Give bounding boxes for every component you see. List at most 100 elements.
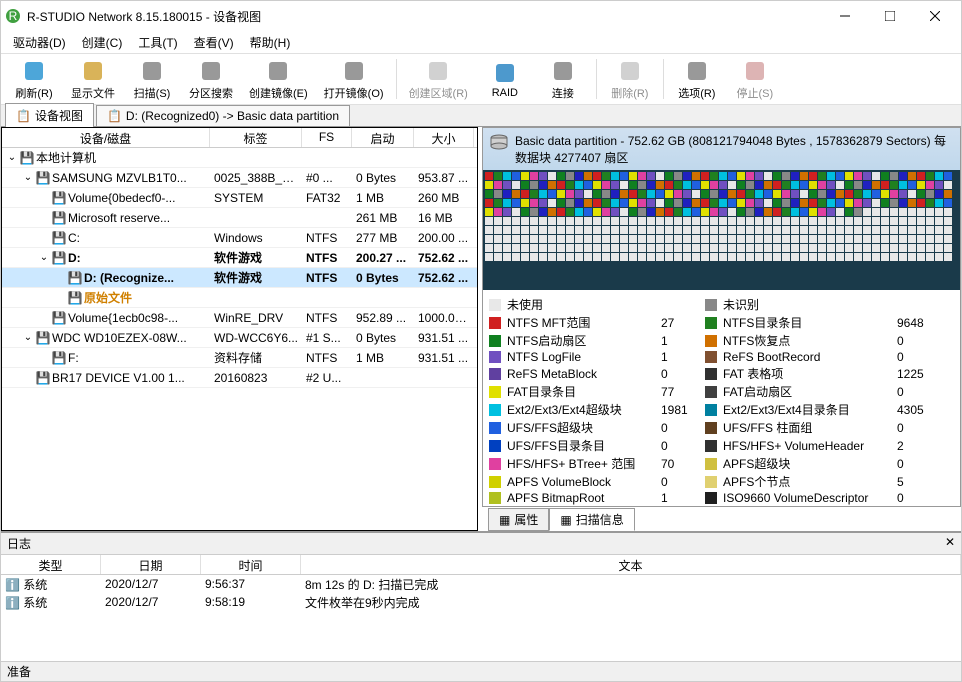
node-name: Microsoft reserve...: [68, 211, 170, 225]
cell-st: 261 MB: [352, 211, 414, 225]
tool-folder[interactable]: 显示文件: [65, 56, 121, 103]
maximize-button[interactable]: [867, 2, 912, 31]
tree-row[interactable]: 💾D: (Recognize...软件游戏NTFS0 Bytes752.62 .…: [2, 268, 477, 288]
log-close-icon[interactable]: ✕: [945, 535, 955, 552]
legend-name: APFS超级块: [723, 455, 893, 472]
rtab-props[interactable]: ▦属性: [488, 508, 549, 531]
pc-icon: 💾: [20, 151, 34, 165]
tool-label: 显示文件: [71, 85, 115, 101]
log-row[interactable]: ℹ️ 系统2020/12/79:58:19文件枚举在9秒内完成: [1, 593, 961, 611]
tool-partition[interactable]: 分区搜索: [183, 56, 239, 103]
cell-st: 0 Bytes: [352, 271, 414, 285]
legend-value: 0: [897, 457, 937, 471]
log-col-date[interactable]: 日期: [101, 555, 201, 574]
tool-connect[interactable]: 连接: [536, 56, 590, 103]
tree-row[interactable]: 💾BR17 DEVICE V1.00 1...20160823#2 U...: [2, 368, 477, 388]
legend: 未使用未识别NTFS MFT范围27NTFS目录条目9648NTFS启动扇区1N…: [483, 290, 960, 506]
log-row[interactable]: ℹ️ 系统2020/12/79:56:378m 12s 的 D: 扫描已完成: [1, 575, 961, 593]
tree-row[interactable]: ⌄💾D:软件游戏NTFS200.27 ...752.62 ...: [2, 248, 477, 268]
props-icon: ▦: [499, 513, 510, 527]
log-col-text[interactable]: 文本: [301, 555, 961, 574]
legend-value: 1: [661, 334, 701, 348]
titlebar: R R-STUDIO Network 8.15.180015 - 设备视图: [1, 1, 961, 31]
log-panel: 日志 ✕ 类型 日期 时间 文本 ℹ️ 系统2020/12/79:56:378m…: [1, 531, 961, 661]
legend-swatch: [705, 476, 717, 488]
legend-name: FAT 表格项: [723, 365, 893, 382]
tab-icon: 📋: [16, 109, 31, 123]
menu-4[interactable]: 帮助(H): [242, 32, 299, 53]
log-body[interactable]: ℹ️ 系统2020/12/79:56:378m 12s 的 D: 扫描已完成ℹ️…: [1, 575, 961, 661]
legend-value: 1225: [897, 367, 937, 381]
cell-st: 0 Bytes: [352, 331, 414, 345]
legend-swatch: [489, 458, 501, 470]
right-panel: Basic data partition - 752.62 GB (808121…: [482, 127, 961, 531]
document-tabs: 📋设备视图📋D: (Recognized0) -> Basic data par…: [1, 105, 961, 127]
menu-3[interactable]: 查看(V): [186, 32, 242, 53]
expander-icon[interactable]: ⌄: [22, 172, 34, 183]
legend-swatch: [705, 458, 717, 470]
tool-image-create[interactable]: 创建镜像(E): [243, 56, 314, 103]
legend-name: NTFS启动扇区: [507, 332, 657, 349]
legend-swatch: [705, 368, 717, 380]
expander-icon[interactable]: ⌄: [6, 152, 18, 163]
tool-stop: 停止(S): [728, 56, 782, 103]
vol-icon: 💾: [52, 251, 66, 265]
rec-icon: 💾: [68, 291, 82, 305]
legend-name: 未识别: [723, 296, 893, 313]
tool-label: 创建镜像(E): [249, 85, 308, 101]
tree-row[interactable]: 💾原始文件: [2, 288, 477, 308]
expander-icon[interactable]: ⌄: [38, 252, 50, 263]
vol-icon: 💾: [52, 211, 66, 225]
close-button[interactable]: [912, 2, 957, 31]
legend-value: 1981: [661, 403, 701, 417]
region-icon: [425, 58, 451, 84]
col-label[interactable]: 标签: [210, 128, 302, 147]
minimize-button[interactable]: [822, 2, 867, 31]
menu-0[interactable]: 驱动器(D): [5, 32, 74, 53]
scan-map[interactable]: [483, 170, 960, 290]
tool-image-open[interactable]: 打开镜像(O): [318, 56, 390, 103]
legend-swatch: [705, 404, 717, 416]
tree-row[interactable]: 💾Microsoft reserve...261 MB16 MB: [2, 208, 477, 228]
tree-row[interactable]: ⌄💾本地计算机: [2, 148, 477, 168]
col-device[interactable]: 设备/磁盘: [2, 128, 210, 147]
legend-swatch: [705, 492, 717, 504]
legend-swatch: [705, 317, 717, 329]
tool-scan[interactable]: 扫描(S): [125, 56, 179, 103]
node-name: F:: [68, 351, 79, 365]
tool-refresh[interactable]: 刷新(R): [7, 56, 61, 103]
tool-label: 创建区域(R): [409, 85, 468, 101]
col-size[interactable]: 大小: [414, 128, 474, 147]
legend-name: HFS/HFS+ VolumeHeader: [723, 439, 893, 453]
legend-value: 1: [661, 350, 701, 364]
tree-row[interactable]: 💾Volume{0bedecf0-...SYSTEMFAT321 MB260 M…: [2, 188, 477, 208]
tool-raid[interactable]: RAID: [478, 58, 532, 101]
tab-1[interactable]: 📋D: (Recognized0) -> Basic data partitio…: [96, 105, 350, 126]
tab-0[interactable]: 📋设备视图: [5, 103, 94, 127]
tool-label: 扫描(S): [134, 85, 171, 101]
legend-swatch: [705, 386, 717, 398]
tree-row[interactable]: 💾C:WindowsNTFS277 MB200.00 ...: [2, 228, 477, 248]
statusbar: 准备: [1, 661, 961, 681]
log-col-time[interactable]: 时间: [201, 555, 301, 574]
log-col-type[interactable]: 类型: [1, 555, 101, 574]
cell-lbl: 资料存储: [210, 349, 302, 366]
col-fs[interactable]: FS: [302, 128, 352, 147]
legend-swatch: [705, 335, 717, 347]
tree-row[interactable]: ⌄💾WDC WD10EZEX-08W...WD-WCC6Y6...#1 S...…: [2, 328, 477, 348]
menu-2[interactable]: 工具(T): [130, 32, 185, 53]
tool-options[interactable]: 选项(R): [670, 56, 724, 103]
tool-label: 选项(R): [678, 85, 715, 101]
tree-body[interactable]: ⌄💾本地计算机⌄💾SAMSUNG MZVLB1T0...0025_388B_9.…: [2, 148, 477, 530]
tab-icon: 📋: [107, 109, 122, 123]
legend-value: 0: [661, 439, 701, 453]
menu-1[interactable]: 创建(C): [74, 32, 131, 53]
node-name: WDC WD10EZEX-08W...: [52, 331, 187, 345]
col-start[interactable]: 启动: [352, 128, 414, 147]
tree-row[interactable]: ⌄💾SAMSUNG MZVLB1T0...0025_388B_9...#0 ..…: [2, 168, 477, 188]
rtab-scan[interactable]: ▦扫描信息: [549, 508, 634, 531]
expander-icon[interactable]: ⌄: [22, 332, 34, 343]
tree-row[interactable]: 💾F:资料存储NTFS1 MB931.51 ...: [2, 348, 477, 368]
tree-row[interactable]: 💾Volume{1ecb0c98-...WinRE_DRVNTFS952.89 …: [2, 308, 477, 328]
raid-icon: [492, 60, 518, 86]
